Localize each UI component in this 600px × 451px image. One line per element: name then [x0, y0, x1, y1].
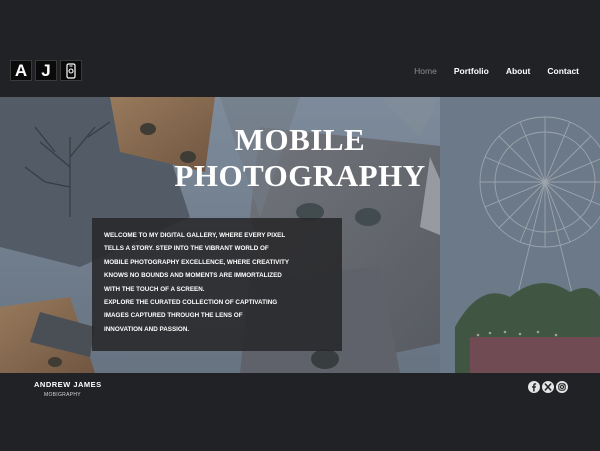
nav-home[interactable]: Home	[414, 66, 437, 76]
logo-letter-a: A	[10, 60, 32, 81]
intro-line: WITH THE TOUCH OF A SCREEN.	[104, 285, 205, 293]
hero-title: MOBILE PHOTOGRAPHY	[0, 122, 600, 194]
intro-line: KNOWS NO BOUNDS AND MOMENTS ARE IMMORTAL…	[104, 272, 282, 280]
main-nav: Home Portfolio About Contact	[414, 66, 579, 76]
footer-subtitle: MOBIGRAPHY	[44, 392, 81, 398]
intro-line: MOBILE PHOTOGRAPHY EXCELLENCE, WHERE CRE…	[104, 258, 290, 266]
hero-section: MOBILE PHOTOGRAPHY WELCOME TO MY DIGITAL…	[0, 97, 600, 373]
site-footer: ANDREW JAMES MOBIGRAPHY	[0, 373, 600, 451]
site-header: A J Home Portfolio About Contact	[0, 0, 600, 97]
hero-title-line-2: PHOTOGRAPHY	[174, 158, 426, 193]
intro-text-box: WELCOME TO MY DIGITAL GALLERY, WHERE EVE…	[92, 218, 342, 351]
intro-line: TELLS A STORY. STEP INTO THE VIBRANT WOR…	[104, 245, 269, 253]
intro-line: IMAGES CAPTURED THROUGH THE LENS OF	[104, 312, 243, 320]
instagram-icon[interactable]	[556, 381, 568, 393]
nav-about[interactable]: About	[506, 66, 531, 76]
intro-line: EXPLORE THE CURATED COLLECTION OF CAPTIV…	[104, 299, 278, 307]
intro-line: INNOVATION AND PASSION.	[104, 325, 190, 333]
footer-name: ANDREW JAMES	[34, 380, 102, 389]
social-links	[528, 381, 568, 393]
logo[interactable]: A J	[10, 60, 82, 81]
logo-letter-j: J	[35, 60, 57, 81]
nav-portfolio[interactable]: Portfolio	[454, 66, 489, 76]
camera-icon	[60, 60, 82, 81]
nav-contact[interactable]: Contact	[547, 66, 579, 76]
hero-title-line-1: MOBILE	[234, 122, 366, 157]
intro-line: WELCOME TO MY DIGITAL GALLERY, WHERE EVE…	[104, 232, 286, 239]
x-icon[interactable]	[542, 381, 554, 393]
facebook-icon[interactable]	[528, 381, 540, 393]
